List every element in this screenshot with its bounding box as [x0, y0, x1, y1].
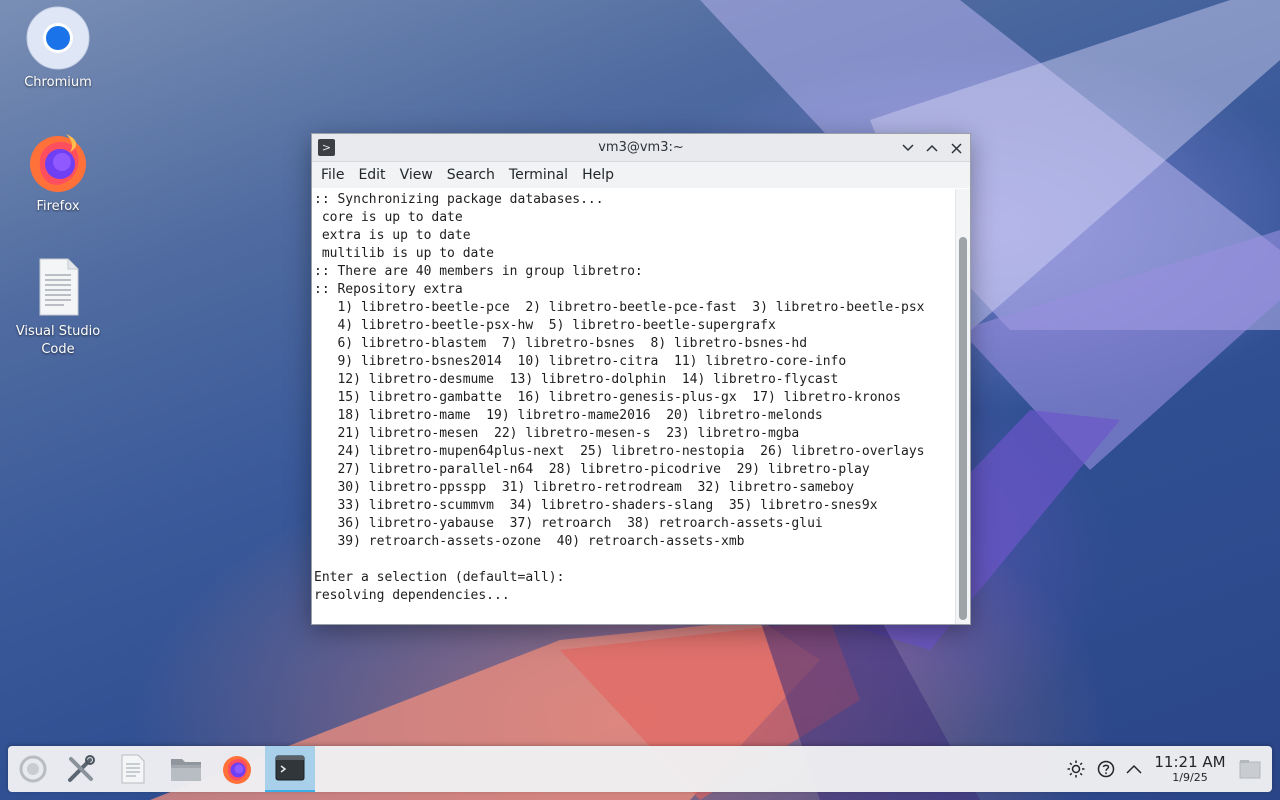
clock-time: 11:21 AM [1154, 753, 1226, 771]
help-icon [1097, 760, 1115, 778]
brightness-tray-button[interactable] [1064, 746, 1088, 792]
close-icon [950, 142, 962, 154]
terminal-output-area[interactable]: :: Synchronizing package databases... co… [312, 189, 956, 624]
digital-clock[interactable]: 11:21 AM 1/9/25 [1150, 746, 1230, 792]
menu-search[interactable]: Search [440, 163, 502, 187]
menu-terminal[interactable]: Terminal [502, 163, 575, 187]
scrollbar-thumb[interactable] [959, 237, 967, 620]
brightness-icon [1067, 760, 1085, 778]
menubar: File Edit View Search Terminal Help [312, 162, 970, 188]
show-desktop-icon [1239, 760, 1261, 779]
desktop-icon-firefox[interactable]: Firefox [8, 130, 108, 216]
menu-file[interactable]: File [314, 163, 351, 187]
desktop-icon-visual-studio-code[interactable]: Visual Studio Code [8, 255, 108, 359]
minimize-button[interactable] [898, 138, 918, 158]
vertical-scrollbar[interactable] [955, 189, 970, 624]
text-editor-launcher[interactable] [108, 746, 158, 792]
chevron-up-icon [1126, 764, 1142, 774]
desktop-icon-label: Firefox [36, 199, 80, 214]
menu-help[interactable]: Help [575, 163, 621, 187]
chromium-icon [26, 6, 90, 70]
close-button[interactable] [946, 138, 966, 158]
application-launcher-icon [19, 755, 47, 783]
terminal-output: :: Synchronizing package databases... co… [314, 192, 925, 603]
system-settings-launcher[interactable] [56, 746, 106, 792]
text-editor-icon [121, 754, 145, 784]
help-tray-button[interactable] [1094, 746, 1118, 792]
menu-view[interactable]: View [393, 163, 440, 187]
clock-date: 1/9/25 [1172, 771, 1208, 784]
terminal-window[interactable]: > vm3@vm3:~ File Edit View Search Termin… [311, 133, 971, 625]
chevron-down-icon [902, 144, 914, 152]
file-manager-launcher[interactable] [161, 746, 211, 792]
chevron-up-icon [926, 144, 938, 152]
window-titlebar[interactable]: > vm3@vm3:~ [312, 134, 970, 162]
maximize-button[interactable] [922, 138, 942, 158]
desktop-icon-chromium[interactable]: Chromium [8, 6, 108, 92]
taskbar: 11:21 AM 1/9/25 [8, 746, 1272, 792]
file-manager-icon [171, 759, 201, 781]
menu-edit[interactable]: Edit [351, 163, 392, 187]
terminal-task-button[interactable] [265, 746, 315, 792]
desktop-icon-label: Visual Studio Code [15, 324, 101, 357]
firefox-launcher[interactable] [212, 746, 262, 792]
firefox-icon [26, 130, 90, 194]
desktop-icon-label: Chromium [24, 75, 92, 90]
system-tray-expander[interactable] [1122, 746, 1146, 792]
window-title: vm3@vm3:~ [598, 140, 684, 155]
show-desktop-button[interactable] [1236, 746, 1264, 792]
firefox-icon [223, 756, 251, 784]
terminal-icon [275, 755, 305, 781]
application-launcher-button[interactable] [8, 746, 58, 792]
text-document-icon [26, 255, 90, 319]
system-settings-icon [68, 755, 95, 782]
